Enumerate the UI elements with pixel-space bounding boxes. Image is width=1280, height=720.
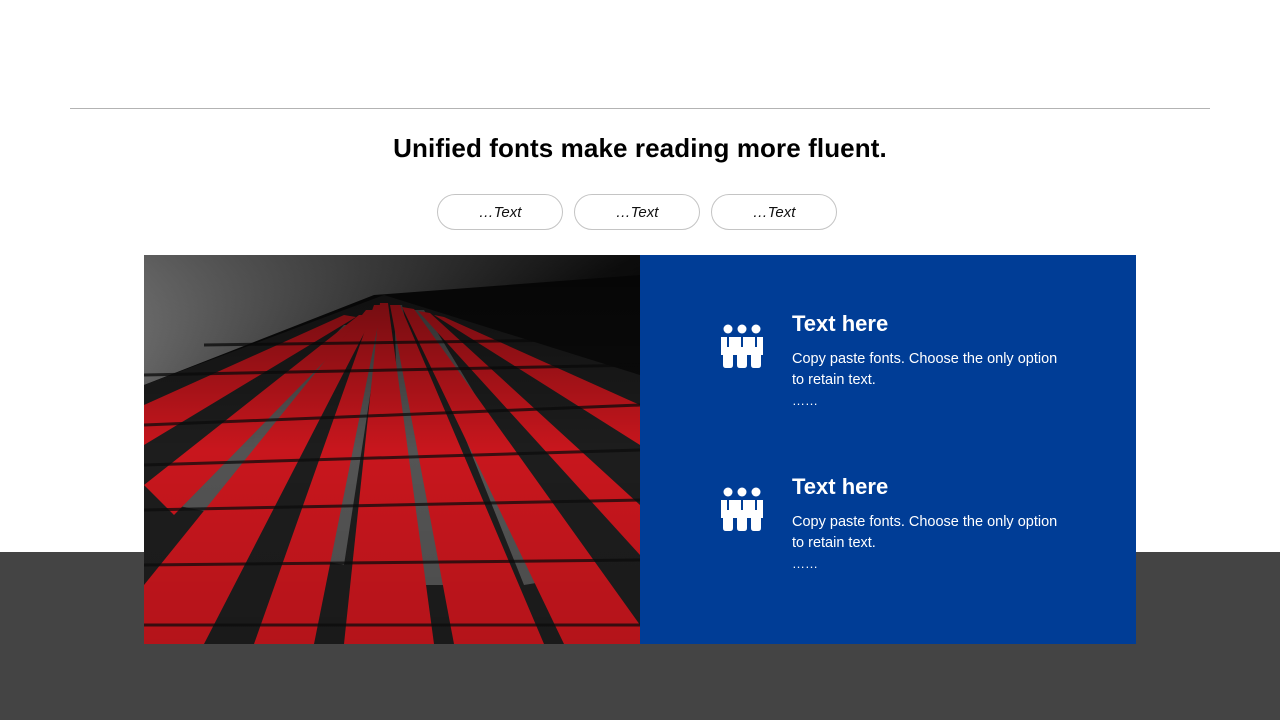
feature-description: Copy paste fonts. Choose the only option… (792, 351, 1058, 388)
feature-item-1: Text here Copy paste fonts. Choose the o… (720, 311, 1062, 411)
pill-tabs: …Text …Text …Text (437, 194, 837, 230)
feature-ellipsis: …… (792, 556, 818, 571)
feature-title: Text here (792, 311, 889, 336)
feature-title: Text here (792, 474, 889, 499)
pill-tab-3[interactable]: …Text (711, 194, 837, 230)
team-icon (721, 324, 763, 368)
feature-item-2: Text here Copy paste fonts. Choose the o… (720, 474, 1062, 574)
pill-tab-1[interactable]: …Text (437, 194, 563, 230)
content-card: Text here Copy paste fonts. Choose the o… (144, 255, 1136, 644)
feature-ellipsis: …… (792, 393, 818, 408)
slide-title: Unified fonts make reading more fluent. (393, 133, 887, 163)
info-panel: Text here Copy paste fonts. Choose the o… (640, 255, 1136, 644)
pill-tab-2[interactable]: …Text (574, 194, 700, 230)
team-icon (721, 487, 763, 531)
feature-description: Copy paste fonts. Choose the only option… (792, 514, 1058, 551)
building-illustration (144, 255, 640, 644)
header-divider (70, 108, 1210, 109)
building-photo (144, 255, 640, 644)
